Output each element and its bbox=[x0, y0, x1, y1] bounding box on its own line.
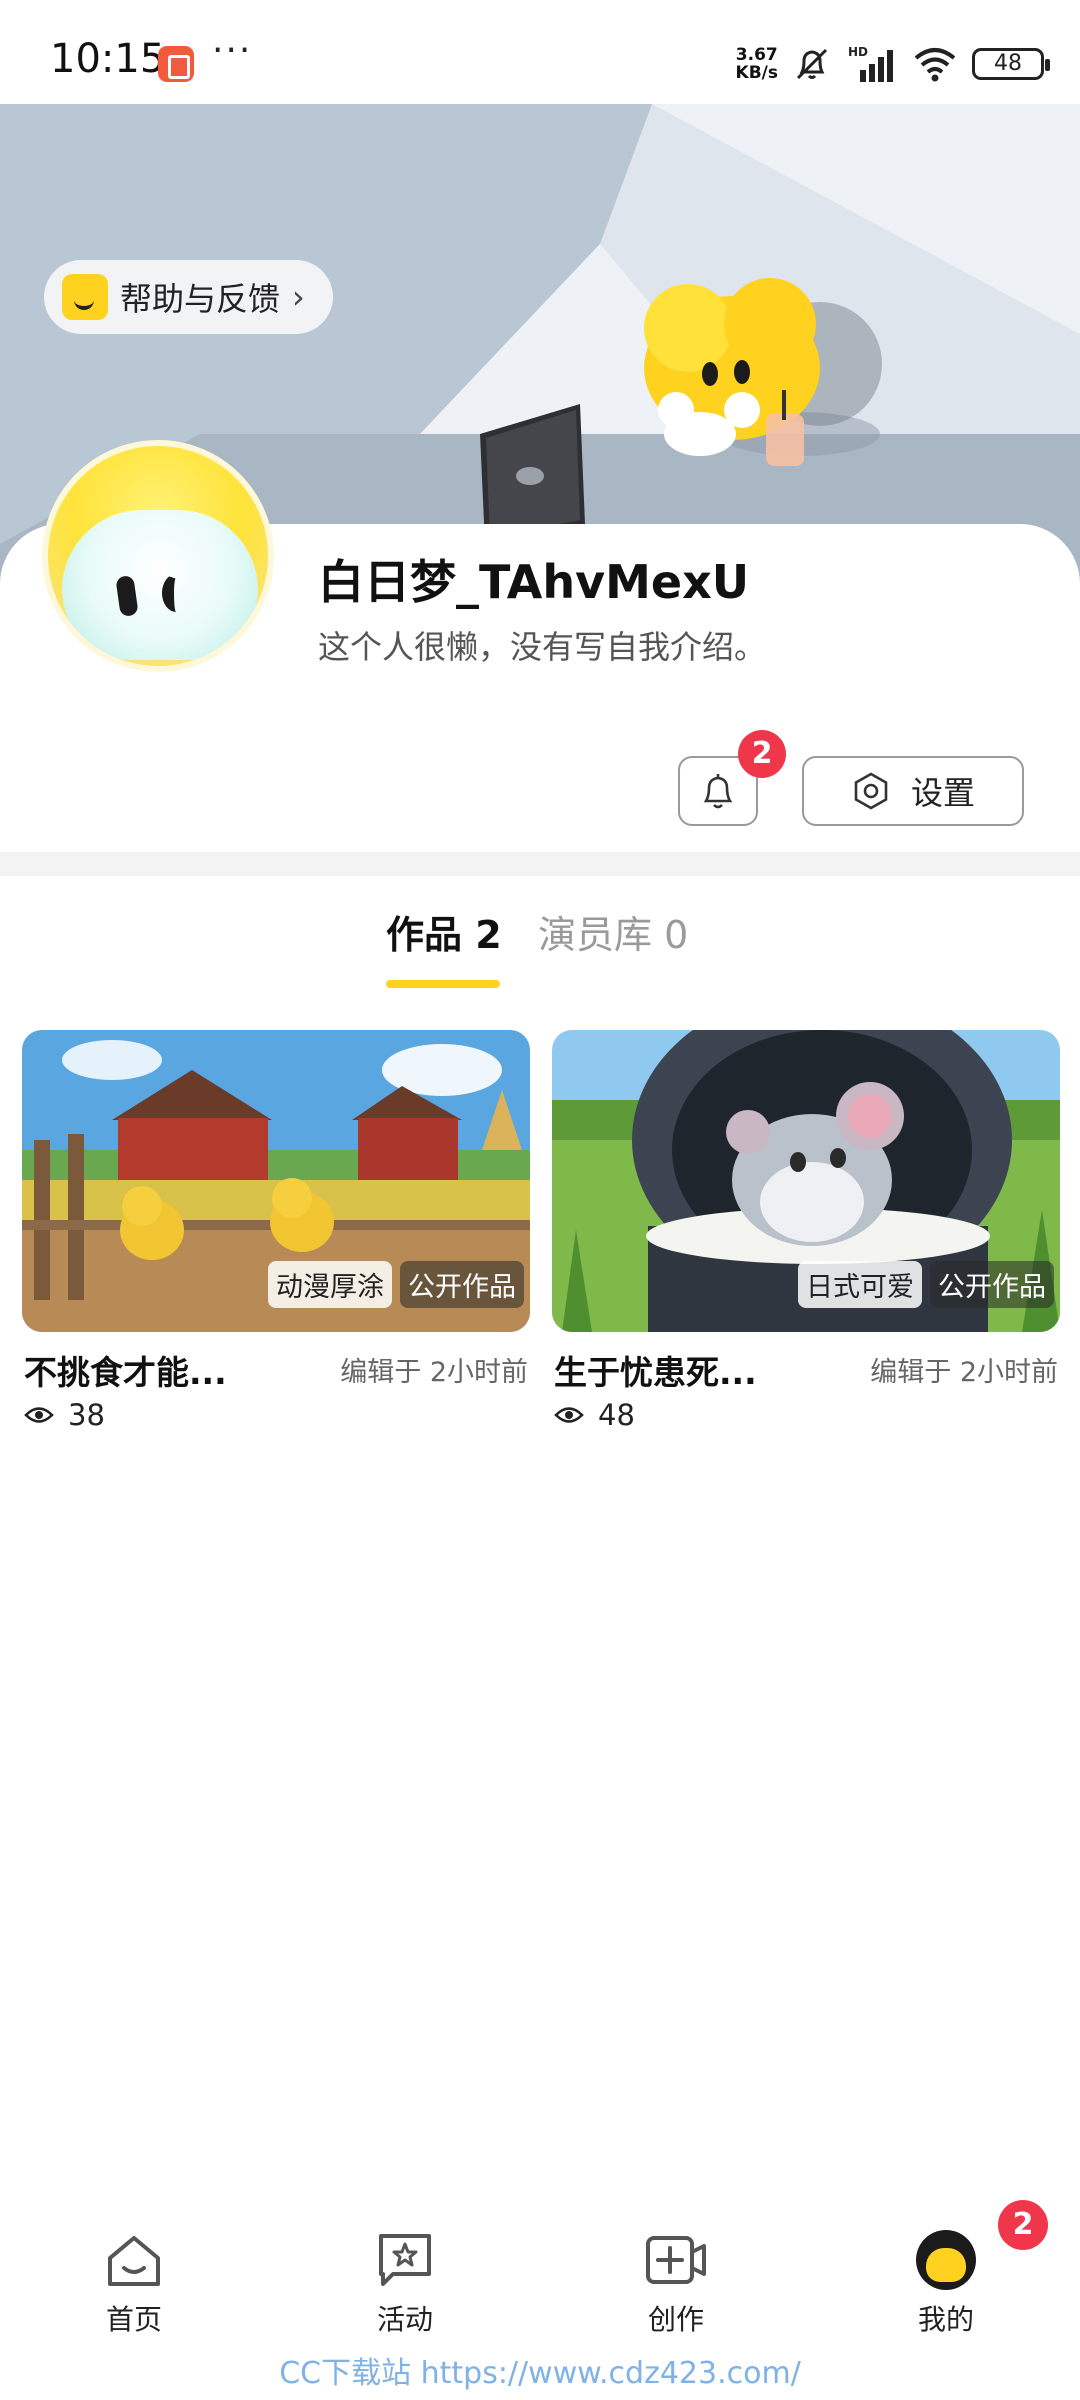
avatar-cloud-shape bbox=[62, 510, 258, 660]
nav-create[interactable]: 创作 bbox=[596, 2230, 756, 2338]
more-notifications-icon: ··· bbox=[212, 30, 253, 71]
work-thumbnail[interactable]: 动漫厚涂 公开作品 bbox=[22, 1030, 530, 1332]
wifi-icon bbox=[914, 48, 956, 82]
view-count: 48 bbox=[598, 1398, 635, 1432]
active-tab-indicator bbox=[386, 980, 500, 988]
work-tags: 日式可爱 公开作品 bbox=[798, 1261, 1054, 1308]
nav-mine[interactable]: 我的 bbox=[866, 2230, 1026, 2338]
create-icon bbox=[646, 2236, 706, 2284]
watermark: CC下载站 https://www.cdz423.com/ bbox=[279, 2356, 801, 2391]
network-speed: 3.67 KB/s bbox=[735, 45, 778, 83]
mute-bell-icon bbox=[796, 48, 828, 80]
status-time: 10:15 bbox=[50, 36, 166, 82]
visibility-tag: 公开作品 bbox=[930, 1261, 1054, 1308]
section-divider bbox=[0, 852, 1080, 876]
avatar-eye-right bbox=[162, 574, 190, 612]
style-tag: 日式可爱 bbox=[798, 1261, 922, 1308]
bio[interactable]: 这个人很懒，没有写自我介绍。 bbox=[318, 622, 766, 668]
tab-works[interactable]: 作品 2 bbox=[386, 904, 502, 959]
style-tag: 动漫厚涂 bbox=[268, 1261, 392, 1308]
app-notification-icon bbox=[158, 46, 194, 82]
activity-icon bbox=[379, 2234, 431, 2286]
settings-label: 设置 bbox=[910, 774, 975, 812]
settings-button[interactable]: 设置 bbox=[802, 756, 1024, 826]
nav-home-label: 首页 bbox=[105, 2303, 162, 2336]
eye-icon bbox=[24, 1407, 54, 1423]
nav-home[interactable]: 首页 bbox=[54, 2230, 214, 2338]
work-title[interactable]: 不挑食才能... bbox=[24, 1346, 227, 1394]
work-views: 38 bbox=[24, 1398, 105, 1432]
eye-icon bbox=[554, 1407, 584, 1423]
nav-mine-label: 我的 bbox=[917, 2303, 974, 2336]
notification-count-badge: 2 bbox=[738, 730, 786, 778]
avatar[interactable] bbox=[42, 440, 274, 672]
username: 白日梦_TAhvMexU bbox=[318, 555, 750, 609]
chevron-right-icon: › bbox=[292, 278, 305, 316]
tab-actor-library[interactable]: 演员库 0 bbox=[538, 904, 688, 959]
gear-icon bbox=[854, 772, 888, 810]
app-logo-icon bbox=[62, 274, 108, 320]
battery-indicator: 48 bbox=[972, 48, 1050, 80]
work-card[interactable]: 日式可爱 公开作品 生于忧患死... 编辑于 2小时前 48 bbox=[552, 1030, 1060, 1432]
nav-activity-label: 活动 bbox=[376, 2303, 433, 2336]
work-tags: 动漫厚涂 公开作品 bbox=[268, 1261, 524, 1308]
visibility-tag: 公开作品 bbox=[400, 1261, 524, 1308]
work-edited-time: 编辑于 2小时前 bbox=[870, 1357, 1058, 1388]
work-views: 48 bbox=[554, 1398, 635, 1432]
status-indicators: 3.67 KB/s HD 48 bbox=[735, 40, 1050, 88]
nav-create-label: 创作 bbox=[647, 2303, 704, 2336]
work-edited-time: 编辑于 2小时前 bbox=[340, 1357, 528, 1388]
help-feedback-button[interactable]: 帮助与反馈 › bbox=[44, 260, 333, 334]
view-count: 38 bbox=[68, 1398, 105, 1432]
cellular-signal-icon: HD bbox=[848, 45, 893, 82]
nav-activity[interactable]: 活动 bbox=[325, 2230, 485, 2338]
network-type-label: HD bbox=[848, 45, 868, 59]
help-feedback-label: 帮助与反馈 bbox=[120, 280, 281, 318]
home-icon bbox=[108, 2236, 160, 2286]
work-thumbnail[interactable]: 日式可爱 公开作品 bbox=[552, 1030, 1060, 1332]
work-card[interactable]: 动漫厚涂 公开作品 不挑食才能... 编辑于 2小时前 38 bbox=[22, 1030, 530, 1432]
status-bar: 10:15 ··· 3.67 KB/s HD 48 bbox=[0, 0, 1080, 104]
profile-avatar-icon bbox=[916, 2230, 976, 2290]
work-title[interactable]: 生于忧患死... bbox=[554, 1346, 757, 1394]
nav-mine-badge: 2 bbox=[998, 2200, 1048, 2250]
bell-icon bbox=[703, 774, 733, 809]
